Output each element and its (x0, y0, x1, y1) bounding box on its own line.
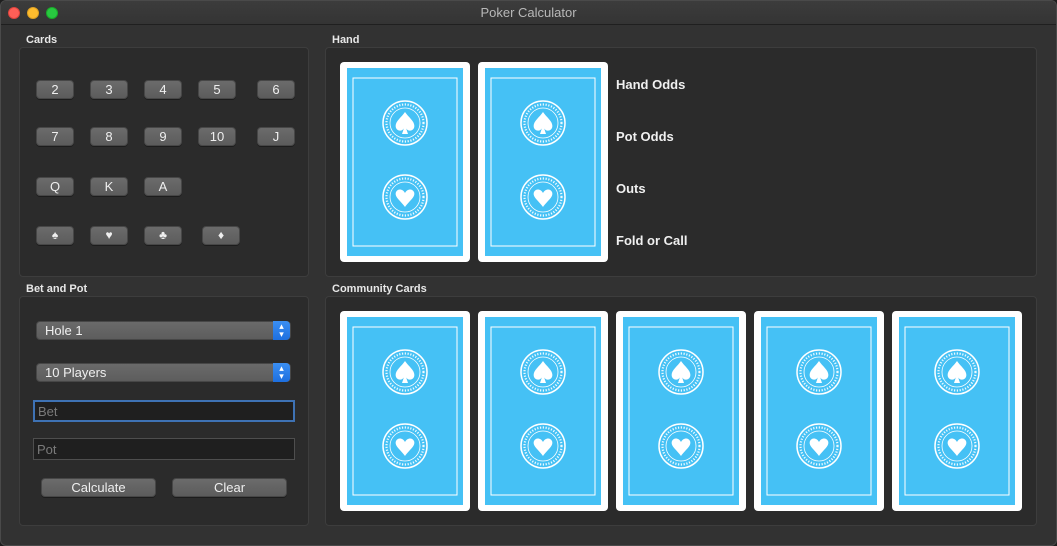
community-card-1[interactable] (340, 311, 470, 511)
card-button-a[interactable]: A (144, 177, 182, 196)
heart-icon: ♥ (105, 228, 113, 242)
window-title: Poker Calculator (480, 5, 577, 20)
pot-input[interactable] (33, 438, 295, 460)
fold-or-call-label: Fold or Call (616, 233, 688, 248)
community-group-label: Community Cards (332, 283, 427, 295)
suit-button-club[interactable]: ♣ (144, 226, 182, 245)
card-button-3[interactable]: 3 (90, 80, 128, 99)
card-button-q[interactable]: Q (36, 177, 74, 196)
players-select-value: 10 Players (45, 365, 107, 380)
hand-odds-label: Hand Odds (616, 77, 686, 92)
suit-button-heart[interactable]: ♥ (90, 226, 128, 245)
hand-card-1[interactable] (340, 62, 470, 262)
card-button-j[interactable]: J (257, 127, 295, 146)
card-back-art (623, 317, 739, 505)
hole-select[interactable]: Hole 1 ▴ ▾ (36, 321, 291, 340)
community-card-3[interactable] (616, 311, 746, 511)
card-button-7[interactable]: 7 (36, 127, 74, 146)
card-button-2[interactable]: 2 (36, 80, 74, 99)
hole-select-value: Hole 1 (45, 323, 83, 338)
card-button-5[interactable]: 5 (198, 80, 236, 99)
bet-input[interactable] (33, 400, 295, 422)
card-back-art (485, 317, 601, 505)
community-card-2[interactable] (478, 311, 608, 511)
outs-label: Outs (616, 181, 646, 196)
community-card-4[interactable] (754, 311, 884, 511)
pot-odds-label: Pot Odds (616, 129, 674, 144)
calculate-button[interactable]: Calculate (41, 478, 156, 497)
card-back-art (485, 68, 601, 256)
cards-group-label: Cards (26, 34, 58, 46)
card-button-6[interactable]: 6 (257, 80, 295, 99)
title-bar[interactable]: Poker Calculator (1, 1, 1056, 25)
clear-button[interactable]: Clear (172, 478, 287, 497)
card-button-8[interactable]: 8 (90, 127, 128, 146)
club-icon: ♣ (159, 228, 167, 242)
players-select[interactable]: 10 Players ▴ ▾ (36, 363, 291, 382)
card-button-10[interactable]: 10 (198, 127, 236, 146)
card-button-9[interactable]: 9 (144, 127, 182, 146)
card-button-4[interactable]: 4 (144, 80, 182, 99)
card-back-art (899, 317, 1015, 505)
card-back-art (761, 317, 877, 505)
card-button-k[interactable]: K (90, 177, 128, 196)
hand-group-label: Hand (332, 34, 360, 46)
seal-emblem (382, 349, 428, 395)
card-back-art (347, 317, 463, 505)
diamond-icon: ♦ (217, 228, 225, 242)
spade-icon: ♠ (51, 228, 59, 242)
cards-group-box: 2 3 4 5 6 7 8 9 10 J Q K A ♠ ♥ ♣ ♦ (19, 47, 309, 277)
updown-chevron-icon: ▴ ▾ (273, 321, 290, 340)
suit-button-diamond[interactable]: ♦ (202, 226, 240, 245)
hand-card-2[interactable] (478, 62, 608, 262)
community-card-5[interactable] (892, 311, 1022, 511)
seal-emblem (382, 174, 428, 220)
card-back-art (347, 68, 463, 256)
seal-emblem (382, 423, 428, 469)
suit-button-spade[interactable]: ♠ (36, 226, 74, 245)
updown-chevron-icon: ▴ ▾ (273, 363, 290, 382)
bet-pot-group-label: Bet and Pot (26, 283, 88, 295)
poker-calculator-window: Poker Calculator Cards 2 3 4 5 6 7 8 9 10 J Q K A ♠ ♥ ♣… (0, 0, 1057, 546)
